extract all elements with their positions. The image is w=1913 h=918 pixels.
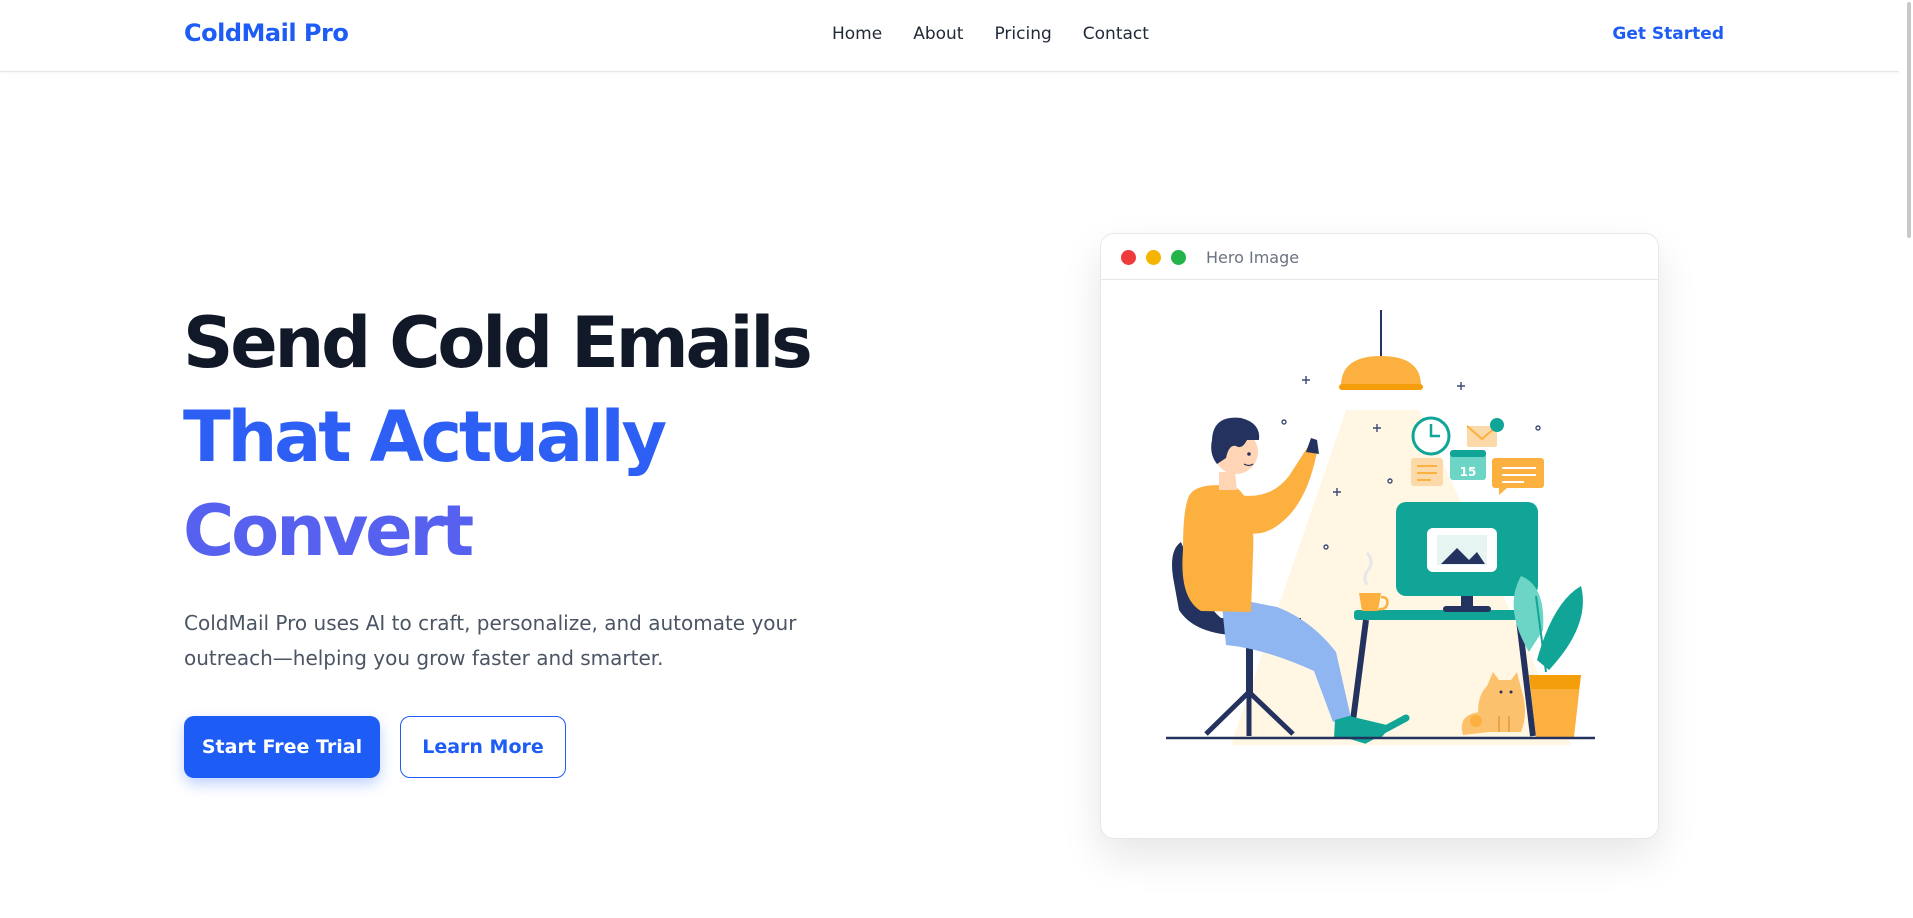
envelope-icon [1466,418,1504,447]
hero-image-card: Hero Image 15 [1100,233,1659,839]
nav-link-home[interactable]: Home [832,24,882,44]
lamp-rim [1339,384,1423,390]
list-icon [1411,458,1443,486]
brand-logo[interactable]: ColdMail Pro [184,19,349,47]
chat-bubble-icon [1492,458,1544,495]
scrollbar-thumb[interactable] [1907,2,1911,238]
nav-link-pricing[interactable]: Pricing [994,24,1051,44]
window-maximize-dot-icon [1171,250,1186,265]
nav-link-contact[interactable]: Contact [1083,24,1149,44]
hero-title-line-1: Send Cold Emails [183,302,813,384]
hero-title-line-3: Convert [183,490,474,572]
window-close-dot-icon [1121,250,1136,265]
hero-title-line-2: That Actually [183,396,667,478]
learn-more-button[interactable]: Learn More [400,716,566,778]
calendar-icon: 15 [1450,450,1486,480]
top-navbar: ColdMail Pro Home About Pricing Contact … [0,0,1913,72]
person-at-desk-illustration: 15 [1166,310,1595,745]
hero-title: Send Cold Emails That Actually Convert [183,296,883,578]
lamp-shade [1341,356,1421,386]
window-title-bar: Hero Image [1101,234,1658,280]
get-started-link[interactable]: Get Started [1612,24,1724,44]
nav-link-about[interactable]: About [913,24,963,44]
start-free-trial-button[interactable]: Start Free Trial [184,716,380,778]
svg-text:15: 15 [1460,465,1477,479]
page-scrollbar[interactable] [1899,0,1913,918]
hero-subtitle: ColdMail Pro uses AI to craft, personali… [184,611,797,670]
clock-icon [1411,416,1451,456]
window-minimize-dot-icon [1146,250,1161,265]
window-title: Hero Image [1206,248,1300,267]
nav-links: Home About Pricing Contact [832,24,1149,44]
